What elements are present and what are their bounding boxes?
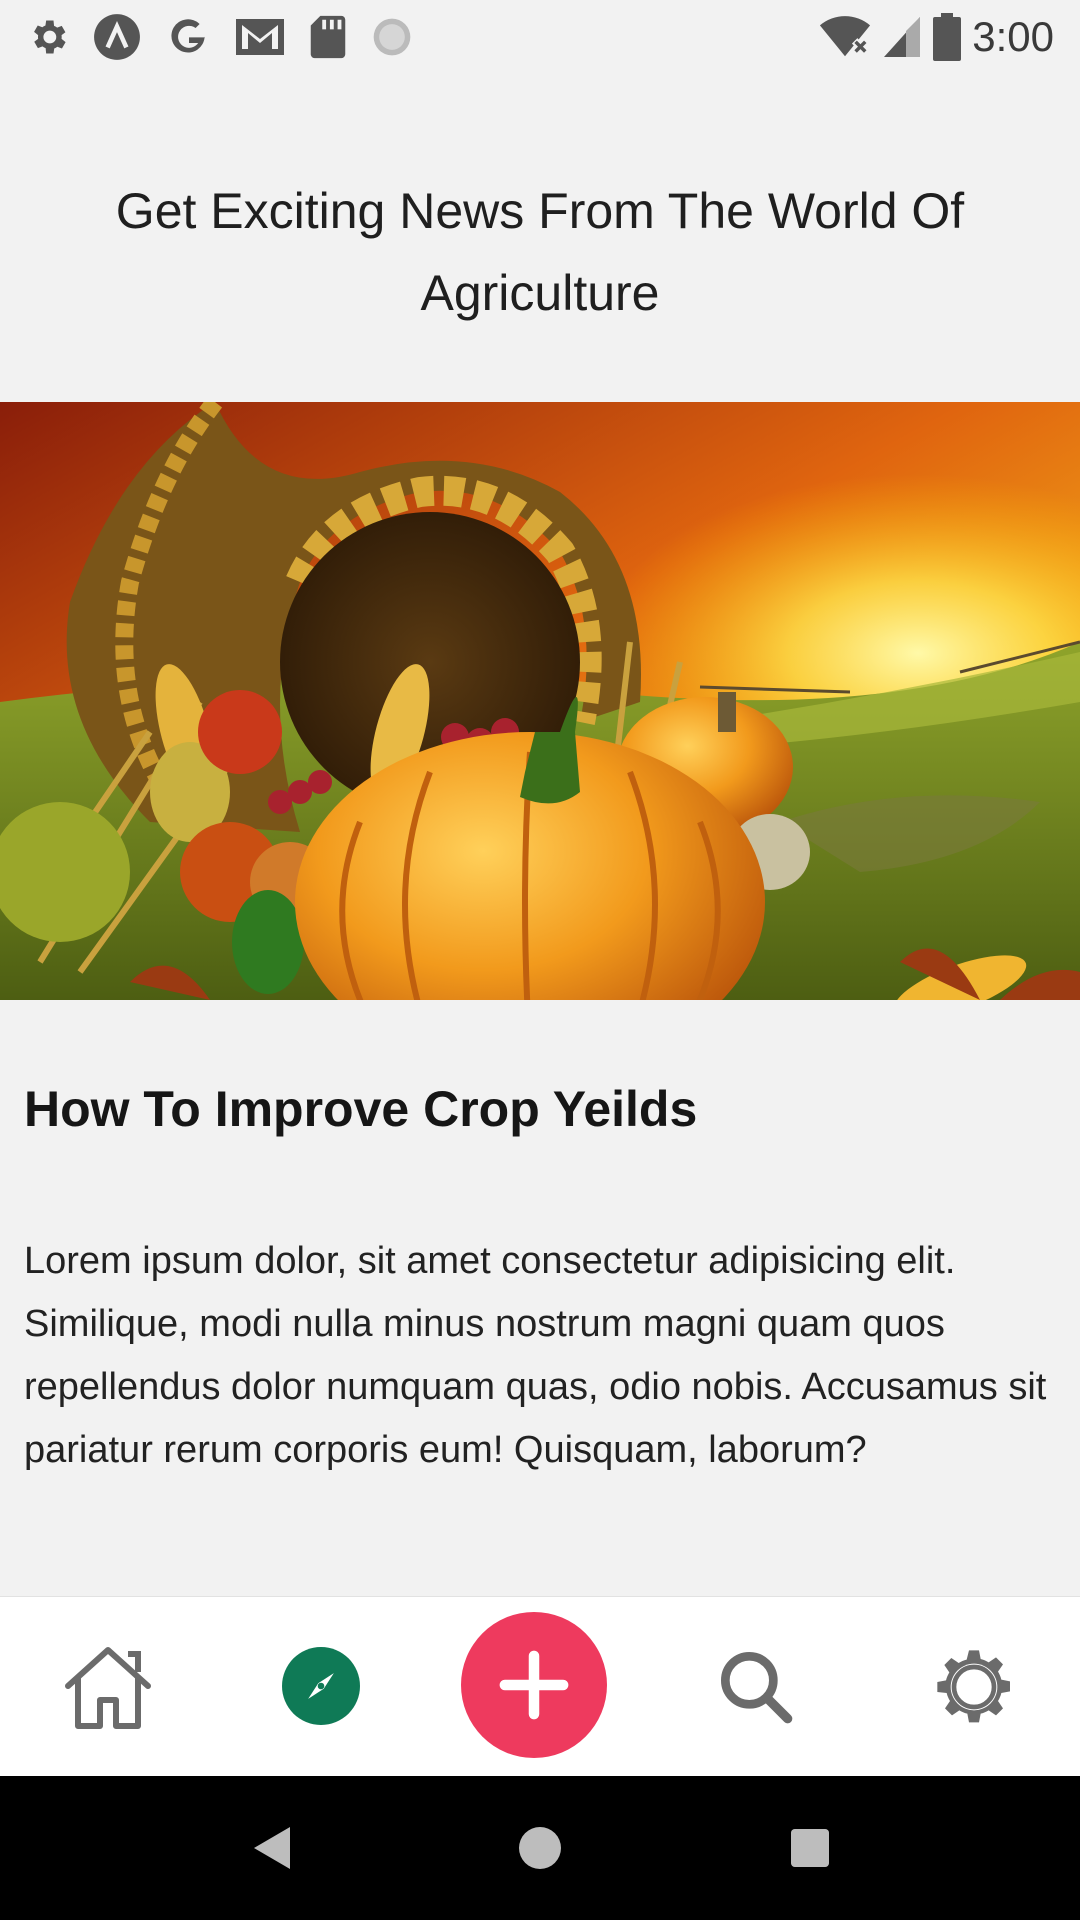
- tab-home[interactable]: [58, 1637, 158, 1737]
- hero-image: [0, 402, 1080, 1000]
- tab-search[interactable]: [710, 1641, 802, 1733]
- page-title: Get Exciting News From The World Of Agri…: [115, 183, 965, 321]
- battery-icon: [932, 13, 962, 61]
- status-notification-icons: [26, 12, 436, 62]
- article-title[interactable]: How To Improve Crop Yeilds: [24, 1080, 1056, 1138]
- recents-square-icon: [791, 1829, 829, 1867]
- gear-icon: [937, 1650, 1010, 1723]
- search-icon: [721, 1652, 793, 1724]
- gmail-icon: [234, 14, 286, 60]
- status-bar: 3:00: [0, 0, 1080, 74]
- bottom-tab-bar: [0, 1596, 1080, 1777]
- nav-home-button[interactable]: [514, 1818, 566, 1878]
- loading-icon: [370, 15, 414, 59]
- sd-card-icon: [308, 14, 348, 60]
- compass-icon: [308, 1673, 334, 1699]
- tab-explore[interactable]: [282, 1647, 360, 1725]
- nav-recents-button[interactable]: [782, 1818, 838, 1878]
- settings-icon: [26, 15, 70, 59]
- wifi-off-icon: [818, 15, 872, 59]
- back-triangle-icon: [254, 1827, 290, 1869]
- plus-icon: [499, 1650, 569, 1720]
- tab-settings[interactable]: [928, 1641, 1020, 1733]
- article-body: Lorem ipsum dolor, sit amet consectetur …: [24, 1240, 1047, 1471]
- google-icon: [164, 13, 212, 61]
- signal-icon: [882, 15, 922, 59]
- home-circle-icon: [519, 1827, 561, 1869]
- status-system-icons: 3:00: [808, 13, 1054, 61]
- app-a-icon: [92, 12, 142, 62]
- add-button[interactable]: [461, 1612, 607, 1758]
- status-time: 3:00: [972, 13, 1054, 60]
- home-icon: [65, 1647, 151, 1729]
- nav-back-button[interactable]: [244, 1818, 300, 1878]
- system-nav-bar: [0, 1776, 1080, 1920]
